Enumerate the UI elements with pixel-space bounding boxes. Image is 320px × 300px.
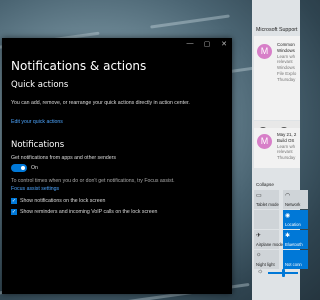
tile-label: Night light <box>256 262 275 267</box>
airplane-mode-tile[interactable]: ✈ Airplane mode <box>254 230 283 249</box>
get-notifications-label: Get notifications from apps and other se… <box>11 155 116 161</box>
window-controls: — ▢ ✕ <box>186 40 228 48</box>
toggle-state-label: On <box>31 165 38 171</box>
lock-screen-notifications-label: Show notifications on the lock screen <box>20 198 106 204</box>
notification-line: Common <box>277 42 295 47</box>
focus-assist-text: To control times when you do or don't ge… <box>11 178 175 184</box>
brightness-slider[interactable] <box>268 269 298 277</box>
airplane-icon: ✈ <box>256 233 262 239</box>
network-icon: ◠ <box>285 193 291 199</box>
notification-card[interactable]: M May 21, 2 Build OS Learn wh relevant T… <box>254 128 300 168</box>
notification-card[interactable]: M Common Windows Learn wh relevant Windo… <box>254 36 300 120</box>
vpn-tile[interactable]: Not conn <box>283 250 308 269</box>
brightness-icon: ☼ <box>257 268 264 275</box>
tablet-mode-tile[interactable]: ▭ Tablet mode <box>254 190 279 209</box>
night-light-icon: ☼ <box>256 252 262 258</box>
notification-line: Build OS <box>277 137 295 143</box>
empty-tile[interactable] <box>254 210 279 229</box>
location-tile[interactable]: ◉ Location <box>283 210 308 229</box>
notification-time: Thursday <box>277 76 296 82</box>
lock-screen-notifications-checkbox[interactable]: ✓ <box>11 198 17 204</box>
location-icon: ◉ <box>285 213 291 219</box>
focus-assist-settings-link[interactable]: Focus assist settings <box>11 186 59 192</box>
page-title: Notifications & actions <box>11 59 147 73</box>
slider-thumb[interactable] <box>281 269 285 277</box>
app-avatar: M <box>257 44 272 59</box>
notification-line: Windows <box>277 47 295 53</box>
quick-actions-heading: Quick actions <box>11 80 69 90</box>
tile-label: Not conn <box>285 262 302 267</box>
night-light-tile[interactable]: ☼ Night light <box>254 250 279 269</box>
tile-label: Bluetooth <box>285 242 303 247</box>
bluetooth-icon: ✱ <box>285 233 291 239</box>
tablet-mode-icon: ▭ <box>256 193 262 199</box>
network-tile[interactable]: ◠ Network <box>283 190 308 209</box>
tile-label: Tablet mode <box>256 202 279 207</box>
app-avatar: M <box>257 134 272 149</box>
voip-reminders-checkbox[interactable]: ✓ <box>11 209 17 215</box>
collapse-button[interactable]: Collapse <box>256 182 274 187</box>
notification-text: May 21, 2 Build OS Learn wh relevant Thu… <box>277 132 296 161</box>
notification-time: Thursday <box>277 155 296 161</box>
notification-group-header: Microsoft Support <box>256 27 298 33</box>
notification-line: File Explo <box>277 70 297 76</box>
notification-text: Common Windows Learn wh relevant Windows… <box>277 42 296 83</box>
tile-label: Airplane mode <box>256 242 284 247</box>
maximize-button[interactable]: ▢ <box>203 40 211 48</box>
tile-label: Network <box>285 202 301 207</box>
tile-label: Location <box>285 222 301 227</box>
minimize-button[interactable]: — <box>186 40 194 48</box>
toggle-knob <box>21 166 25 170</box>
action-center: Microsoft Support M Common Windows Learn… <box>252 0 308 300</box>
notification-line: May 21, 2 <box>277 132 297 137</box>
title-bar[interactable]: — ▢ ✕ <box>2 38 232 52</box>
settings-window: — ▢ ✕ Notifications & actions Quick acti… <box>2 38 232 294</box>
voip-reminders-label: Show reminders and incoming VoIP calls o… <box>20 209 158 215</box>
bluetooth-tile[interactable]: ✱ Bluetooth <box>283 230 308 249</box>
edit-quick-actions-link[interactable]: Edit your quick actions <box>11 119 63 125</box>
close-button[interactable]: ✕ <box>220 40 228 48</box>
notifications-toggle[interactable] <box>11 164 27 172</box>
quick-actions-description: You can add, remove, or rearrange your q… <box>11 100 190 106</box>
notifications-heading: Notifications <box>11 140 65 150</box>
